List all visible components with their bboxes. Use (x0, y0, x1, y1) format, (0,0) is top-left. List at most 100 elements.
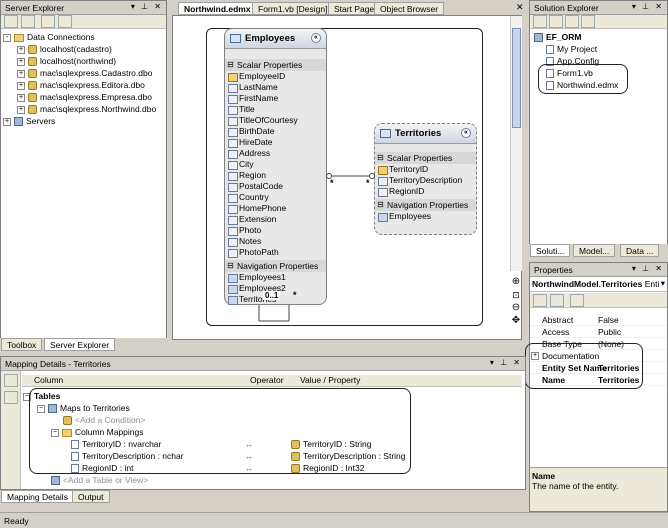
property-row[interactable]: Access Public (530, 326, 667, 338)
alphabetical-icon[interactable] (550, 294, 564, 307)
database-icon (28, 57, 37, 67)
zoom-in-icon[interactable]: ⊕ (510, 276, 522, 288)
database-icon (28, 81, 37, 91)
employees-nav-header[interactable]: Navigation Properties (225, 260, 326, 272)
scalar-property[interactable]: FirstName (225, 93, 326, 104)
territories-entity[interactable]: Territories « Scalar Properties Territor… (374, 123, 477, 235)
show-all-files-icon[interactable] (549, 15, 563, 28)
expand-icon[interactable]: + (3, 117, 11, 126)
scalar-property[interactable]: PhotoPath (225, 247, 326, 258)
scalar-property[interactable]: PostalCode (225, 181, 326, 192)
association-multiplicity-left: * (330, 178, 334, 188)
panel-controls[interactable]: ▾ ⊥ ✕ (632, 264, 664, 273)
scalar-property[interactable]: TerritoryDescription (375, 175, 476, 186)
header-value-property: Value / Property (300, 375, 361, 385)
tab-start-page[interactable]: Start Page (328, 2, 381, 15)
tree-item[interactable]: + mac\sqlexpress.Editora.dbo (17, 79, 145, 91)
scalar-property[interactable]: Title (225, 104, 326, 115)
territories-entity-header[interactable]: Territories « (375, 124, 476, 144)
zoom-out-icon[interactable]: ⊖ (510, 302, 522, 314)
view-designer-icon[interactable] (581, 15, 595, 28)
territories-nav-header[interactable]: Navigation Properties (375, 199, 476, 211)
chevron-down-icon[interactable]: ▾ (661, 278, 665, 289)
connect-database-icon[interactable] (41, 15, 55, 28)
navigation-property[interactable]: Employees (375, 211, 476, 222)
expand-icon[interactable]: + (17, 57, 25, 66)
map-to-tables-icon[interactable] (4, 374, 18, 387)
move-diagram-icon[interactable]: ✥ (510, 315, 522, 327)
scalar-property[interactable]: TitleOfCourtesy (225, 115, 326, 126)
employees-scalar-list: EmployeeID LastName FirstName Title TitleOfC… (225, 71, 326, 258)
tab-toolbox[interactable]: Toolbox (1, 338, 43, 351)
scalar-property[interactable]: HireDate (225, 137, 326, 148)
tab-mapping-details[interactable]: Mapping Details (1, 490, 74, 503)
properties-object-selector[interactable]: NorthwindModel.Territories Enti ▾ (530, 278, 667, 292)
scrollbar-thumb[interactable] (512, 28, 521, 128)
tree-item[interactable]: + mac\sqlexpress.Cadastro.dbo (17, 67, 152, 79)
tree-item[interactable]: + localhost(cadastro) (17, 43, 112, 55)
tab-output[interactable]: Output (72, 490, 110, 503)
expand-icon[interactable]: + (17, 69, 25, 78)
scalar-property[interactable]: LastName (225, 82, 326, 93)
tab-solution-explorer[interactable]: Soluti... (530, 244, 571, 257)
territories-scalar-header[interactable]: Scalar Properties (375, 152, 476, 164)
categorized-icon[interactable] (533, 294, 547, 307)
connect-server-icon[interactable] (58, 15, 72, 28)
map-to-functions-icon[interactable] (4, 391, 18, 404)
employees-scalar-header[interactable]: Scalar Properties (225, 59, 326, 71)
refresh-icon[interactable] (4, 15, 18, 28)
panel-controls[interactable]: ▾ ⊥ ✕ (632, 2, 664, 11)
scalar-property[interactable]: City (225, 159, 326, 170)
tree-item[interactable]: - Data Connections (3, 31, 95, 43)
solution-item[interactable]: EF_ORM (534, 31, 581, 43)
tree-item[interactable]: + mac\sqlexpress.Northwind.dbo (17, 103, 156, 115)
property-value[interactable]: Public (598, 326, 621, 338)
tree-item[interactable]: + mac\sqlexpress.Empresa.dbo (17, 91, 152, 103)
properties-icon[interactable] (533, 15, 547, 28)
scalar-property[interactable]: Country (225, 192, 326, 203)
navigation-property[interactable]: Employees1 (225, 272, 326, 283)
employees-entity[interactable]: Employees « Scalar Properties EmployeeID… (224, 28, 327, 305)
scalar-property[interactable]: BirthDate (225, 126, 326, 137)
collapse-icon[interactable]: « (461, 128, 471, 138)
property-pages-icon[interactable] (570, 294, 584, 307)
expand-icon[interactable]: + (17, 45, 25, 54)
edmx-designer-canvas[interactable]: Employees « Scalar Properties EmployeeID… (172, 15, 522, 340)
stop-icon[interactable] (21, 15, 35, 28)
close-document-icon[interactable]: ✕ (516, 2, 524, 13)
scalar-property[interactable]: Notes (225, 236, 326, 247)
solution-item[interactable]: My Project (546, 43, 597, 55)
tab-data-sources[interactable]: Data ... (620, 244, 660, 257)
expand-icon[interactable]: + (17, 81, 25, 90)
expand-icon[interactable]: + (17, 105, 25, 114)
collapse-icon[interactable]: « (311, 33, 321, 43)
panel-controls[interactable]: ▾ ⊥ ✕ (490, 358, 522, 367)
tab-form1-design[interactable]: Form1.vb [Design] (252, 2, 334, 15)
territories-scalar-list: TerritoryID TerritoryDescription RegionID (375, 164, 476, 197)
scalar-property[interactable]: HomePhone (225, 203, 326, 214)
employees-entity-header[interactable]: Employees « (225, 29, 326, 49)
scalar-property[interactable]: Region (225, 170, 326, 181)
scalar-property[interactable]: Address (225, 148, 326, 159)
key-property[interactable]: TerritoryID (375, 164, 476, 175)
key-property[interactable]: EmployeeID (225, 71, 326, 82)
tree-item[interactable]: + Servers (3, 115, 55, 127)
tab-object-browser[interactable]: Object Browser (374, 2, 445, 15)
scalar-property[interactable]: Extension (225, 214, 326, 225)
property-value[interactable]: False (598, 314, 619, 326)
refresh-icon[interactable] (565, 15, 579, 28)
designer-vertical-scrollbar[interactable] (510, 16, 522, 271)
self-association-label: 0..1 (263, 291, 281, 300)
expand-icon[interactable]: + (17, 93, 25, 102)
panel-controls[interactable]: ▾ ⊥ ✕ (131, 2, 163, 11)
tab-northwind-edmx[interactable]: Northwind.edmx (178, 2, 257, 15)
tab-server-explorer[interactable]: Server Explorer (44, 338, 116, 351)
tab-model-browser[interactable]: Model... (573, 244, 616, 257)
property-row[interactable]: Abstract False (530, 314, 667, 326)
zoom-100-icon[interactable]: ⊡ (510, 289, 522, 301)
collapse-icon[interactable]: - (3, 33, 11, 42)
scalar-property[interactable]: RegionID (375, 186, 476, 197)
add-table-row[interactable]: <Add a Table or View> (51, 474, 523, 486)
tree-item[interactable]: + localhost(northwind) (17, 55, 116, 67)
scalar-property[interactable]: Photo (225, 225, 326, 236)
